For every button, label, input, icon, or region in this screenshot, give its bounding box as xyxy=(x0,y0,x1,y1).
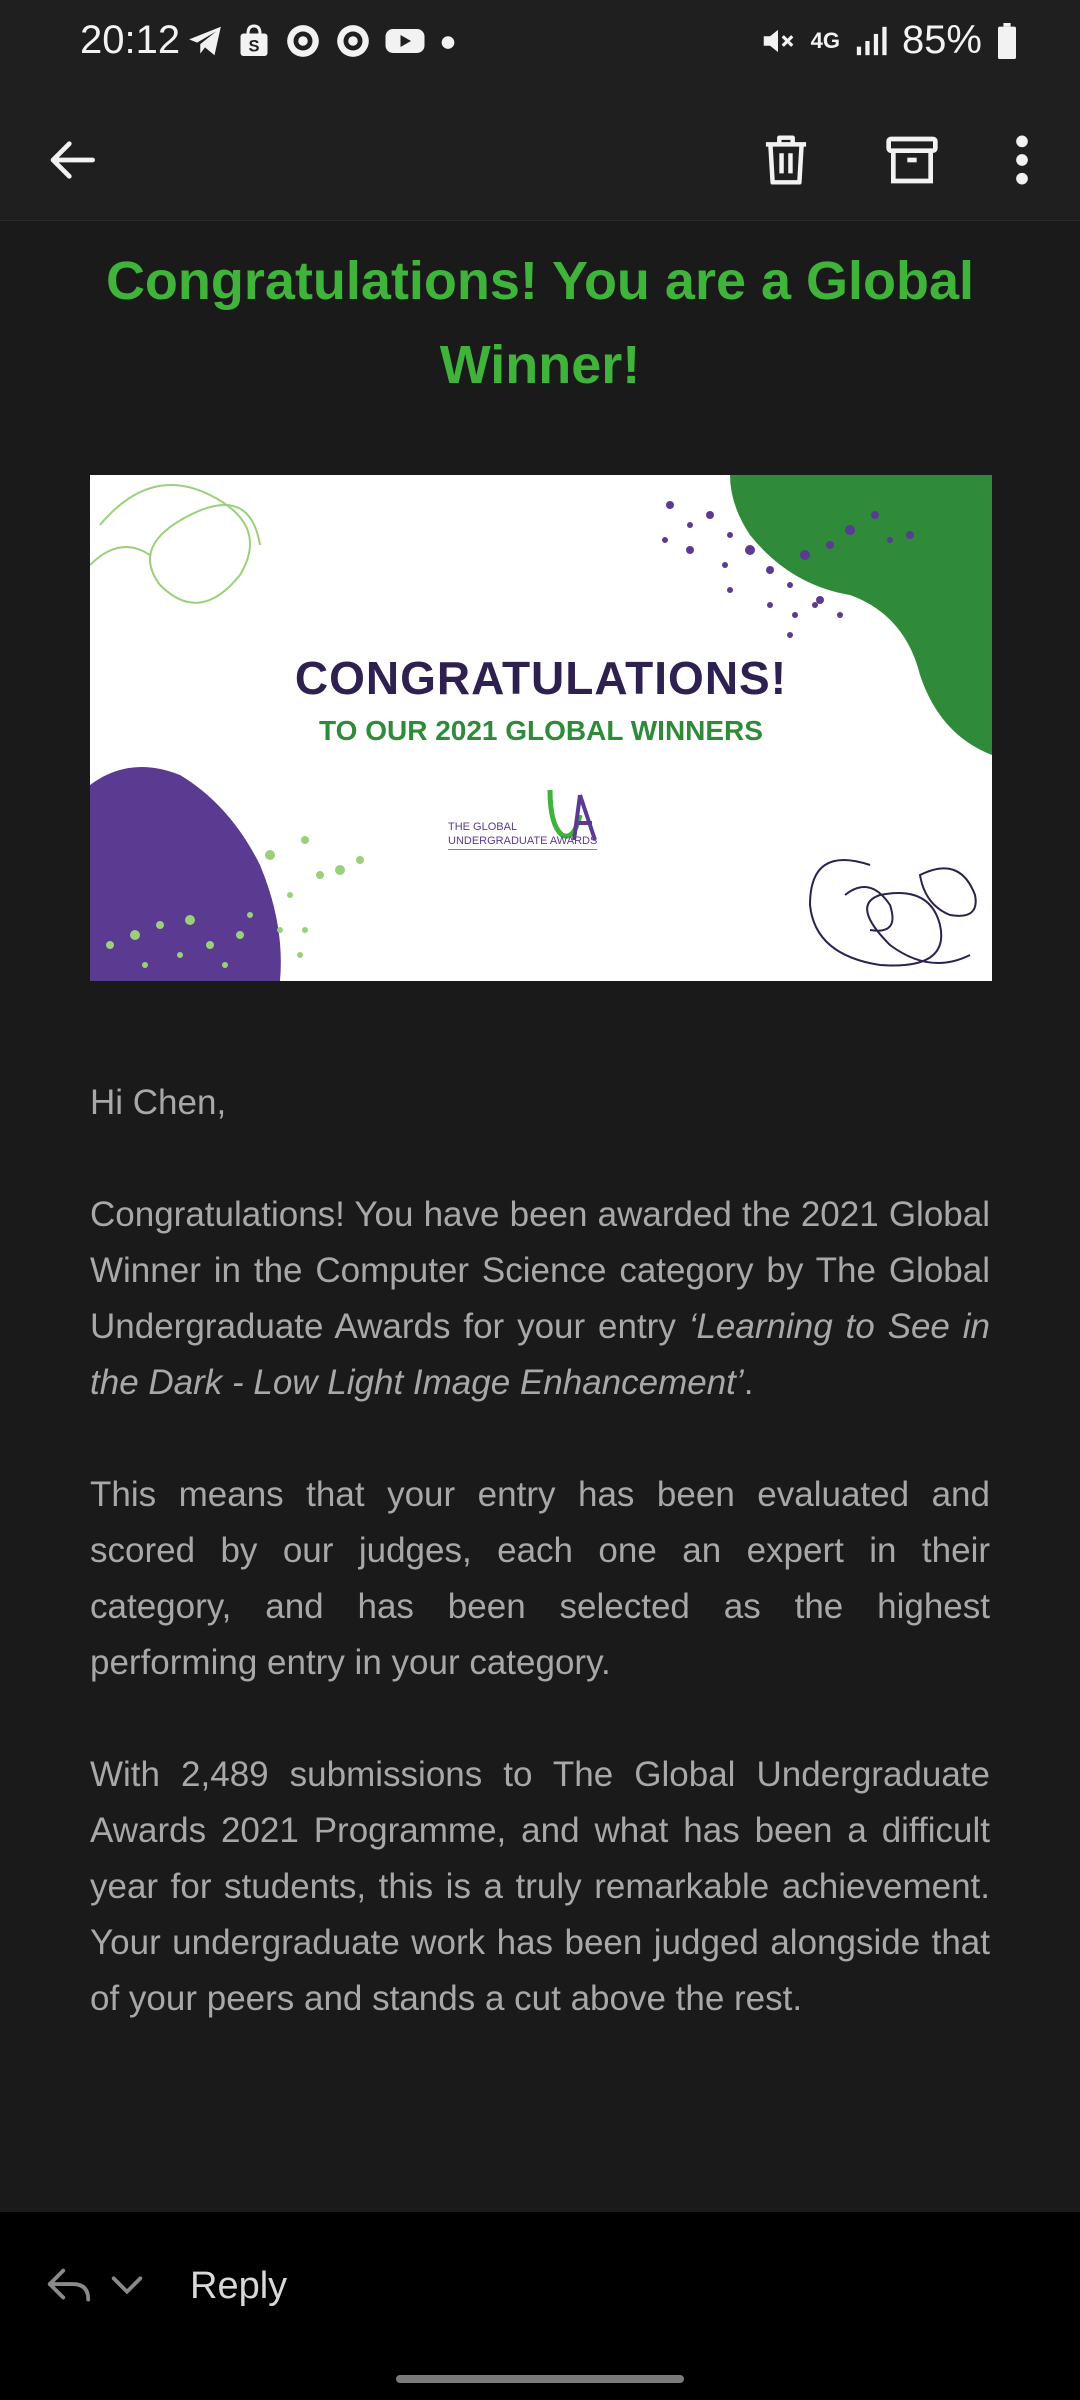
logo-text-line2: UNDERGRADUATE AWARDS xyxy=(448,835,598,850)
youtube-icon xyxy=(385,29,425,53)
battery-percent: 85% xyxy=(901,18,982,62)
paragraph-award: Congratulations! You have been awarded t… xyxy=(90,1187,990,1411)
chevron-down-icon[interactable] xyxy=(108,2271,146,2301)
notification-icons: S xyxy=(186,22,458,60)
archive-icon xyxy=(886,136,938,184)
banner-title: CONGRATULATIONS! xyxy=(294,652,788,704)
battery-icon xyxy=(998,22,1016,59)
system-indicators: 4G 85% xyxy=(759,18,1018,63)
network-type: 4G xyxy=(810,27,840,53)
reply-icon xyxy=(47,2268,91,2302)
email-toolbar xyxy=(0,90,1080,221)
svg-text:S: S xyxy=(248,38,259,56)
greeting: Hi Chen, xyxy=(90,1083,227,1122)
award-text-end: . xyxy=(743,1363,754,1402)
reply-button[interactable]: Reply xyxy=(44,2264,287,2308)
more-options-button[interactable] xyxy=(982,120,1062,200)
email-content[interactable]: Congratulations! You are a Global Winner… xyxy=(0,221,1080,2211)
status-time: 20:12 xyxy=(80,18,181,62)
reply-label: Reply xyxy=(190,2264,288,2307)
home-indicator[interactable] xyxy=(396,2375,684,2383)
target-icon xyxy=(337,25,369,57)
awards-logo: THE GLOBAL UNDERGRADUATE AWARDS xyxy=(448,785,648,865)
trash-icon xyxy=(765,135,807,185)
paragraph-achievement: With 2,489 submissions to The Global Und… xyxy=(90,1755,990,2018)
email-body: Hi Chen, Congratulations! You have been … xyxy=(90,1075,990,2083)
back-arrow-icon xyxy=(50,141,95,179)
email-headline: Congratulations! You are a Global Winner… xyxy=(105,251,975,395)
congratulations-banner: CONGRATULATIONS! TO OUR 2021 GLOBAL WINN… xyxy=(90,475,992,981)
telegram-icon xyxy=(189,26,221,56)
more-vert-icon xyxy=(1016,135,1028,185)
archive-button[interactable] xyxy=(872,120,952,200)
signal-icon xyxy=(856,26,887,55)
dot-icon xyxy=(441,36,455,49)
banner-subtitle: TO OUR 2021 GLOBAL WINNERS xyxy=(319,715,763,746)
logo-text-line1: THE GLOBAL xyxy=(448,821,518,833)
paragraph-evaluation: This means that your entry has been eval… xyxy=(90,1475,990,1682)
target-icon xyxy=(287,25,319,57)
delete-button[interactable] xyxy=(746,120,826,200)
reply-bar: Reply xyxy=(0,2212,1080,2400)
back-button[interactable] xyxy=(34,120,114,200)
shopee-icon: S xyxy=(240,24,268,56)
status-bar: 20:12 S 4G 85% xyxy=(0,0,1080,90)
mute-icon xyxy=(763,29,793,52)
